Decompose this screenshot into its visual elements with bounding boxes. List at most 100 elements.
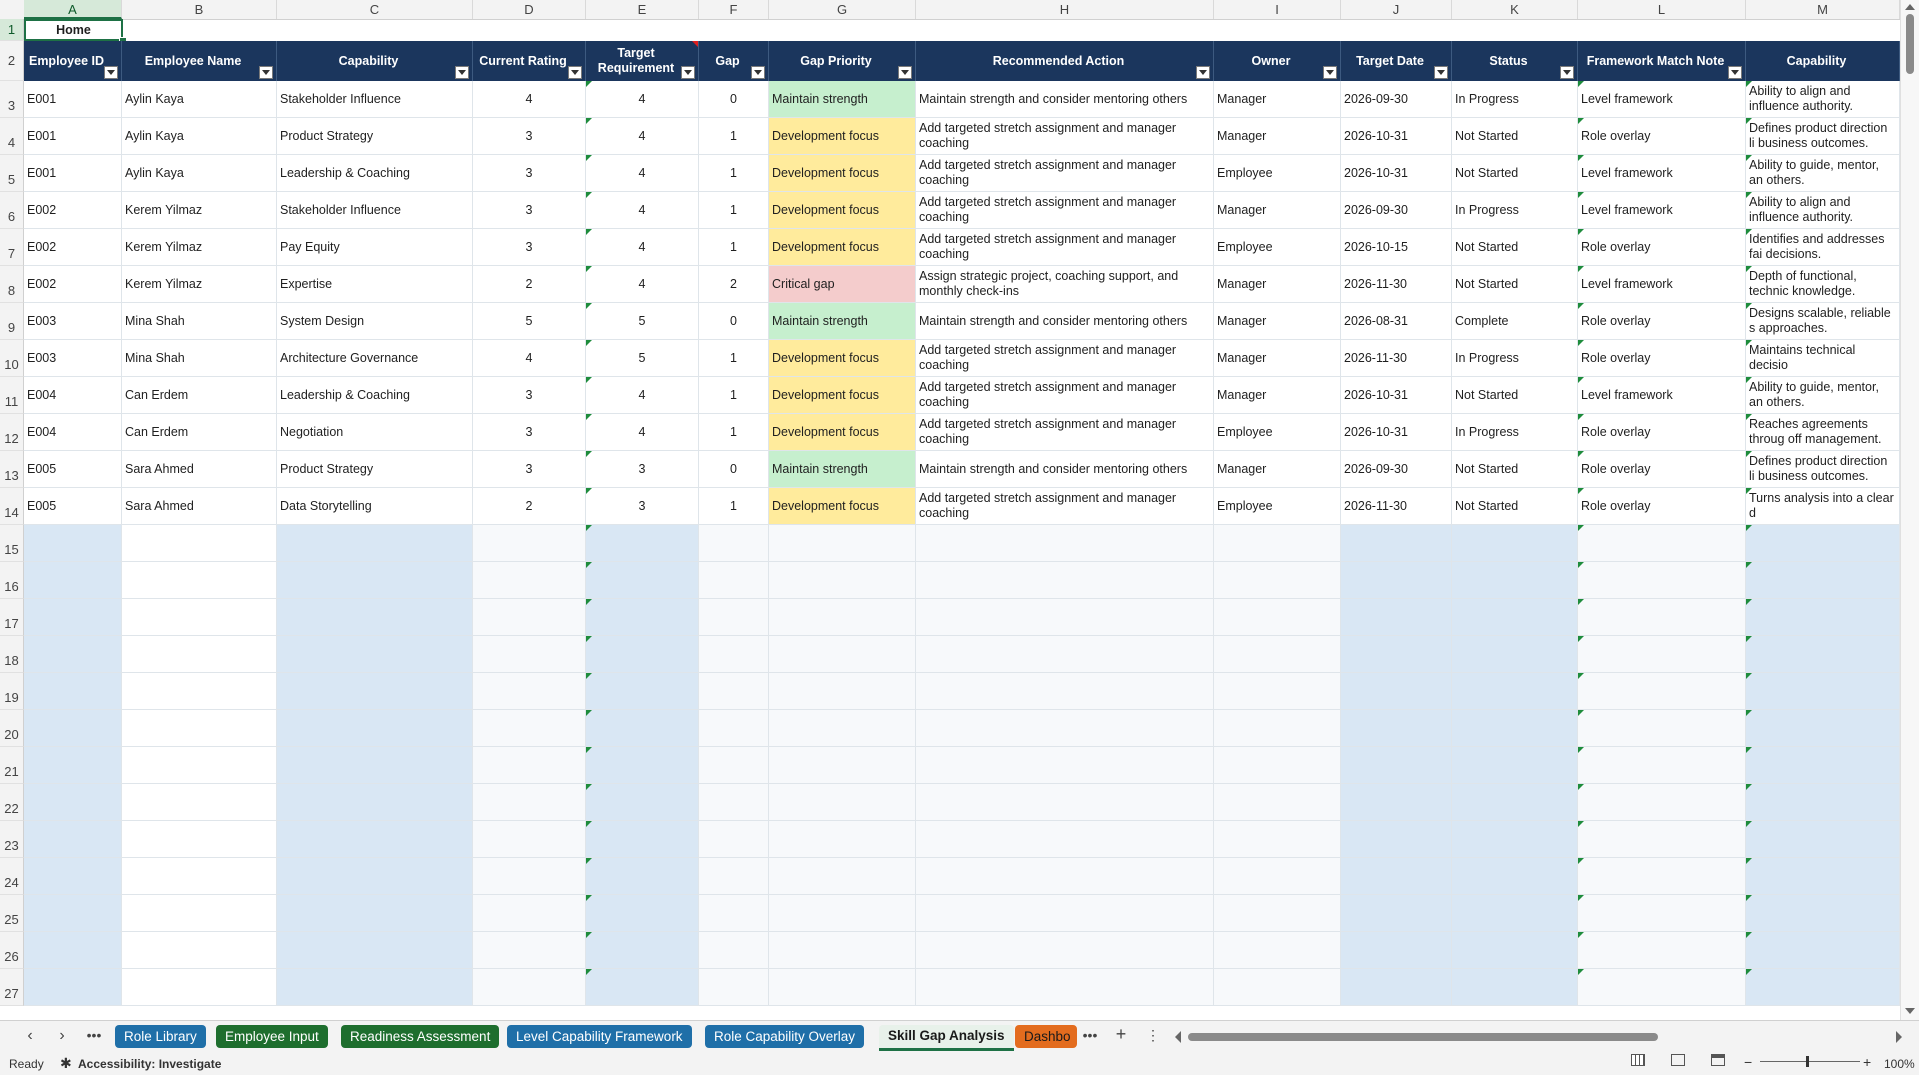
horizontal-scrollbar[interactable] (1175, 1031, 1902, 1043)
empty-cell[interactable] (699, 858, 769, 895)
empty-cell[interactable] (1452, 636, 1578, 673)
empty-cell[interactable] (122, 969, 277, 1006)
table-cell[interactable]: 3 (473, 229, 586, 266)
empty-cell[interactable] (699, 932, 769, 969)
table-cell[interactable]: 0 (699, 303, 769, 340)
column-header-d[interactable]: D (473, 0, 586, 19)
table-cell[interactable]: Development focus (769, 155, 916, 192)
header-cell[interactable]: Employee Name (122, 41, 277, 81)
empty-cell[interactable] (24, 747, 122, 784)
sheet-tab[interactable]: Role Capability Overlay (705, 1025, 865, 1048)
table-cell[interactable]: Development focus (769, 340, 916, 377)
horizontal-scroll-thumb[interactable] (1188, 1033, 1658, 1041)
empty-cell[interactable] (1746, 932, 1900, 969)
table-cell[interactable]: Not Started (1452, 229, 1578, 266)
filter-dropdown-icon[interactable] (1323, 66, 1337, 79)
empty-cell[interactable] (769, 858, 916, 895)
table-cell[interactable]: 3 (473, 414, 586, 451)
table-cell[interactable]: 2026-10-31 (1341, 414, 1452, 451)
sheet-tab[interactable]: Level Capability Framework (507, 1025, 692, 1048)
empty-cell[interactable] (699, 969, 769, 1006)
table-cell[interactable]: 2 (699, 266, 769, 303)
empty-cell[interactable] (1341, 525, 1452, 562)
filter-dropdown-icon[interactable] (898, 66, 912, 79)
empty-cell[interactable] (1214, 710, 1341, 747)
sheet-tab[interactable]: Skill Gap Analysis (879, 1025, 1014, 1051)
empty-cell[interactable] (1578, 599, 1746, 636)
row-header-14[interactable]: 14 (0, 488, 24, 525)
table-cell[interactable]: 5 (473, 303, 586, 340)
table-cell[interactable]: 2026-08-31 (1341, 303, 1452, 340)
column-header-c[interactable]: C (277, 0, 473, 19)
empty-cell[interactable] (769, 932, 916, 969)
row-header-22[interactable]: 22 (0, 784, 24, 821)
table-cell[interactable]: Negotiation (277, 414, 473, 451)
header-cell[interactable]: Employee ID (24, 41, 122, 81)
table-cell[interactable]: Role overlay (1578, 229, 1746, 266)
row-header-26[interactable]: 26 (0, 932, 24, 969)
more-sheets-icon[interactable]: ••• (84, 1027, 104, 1043)
table-cell[interactable]: 1 (699, 488, 769, 525)
sheet-tab[interactable]: Role Library (115, 1025, 206, 1048)
table-cell[interactable]: Level framework (1578, 192, 1746, 229)
table-cell[interactable]: Manager (1214, 340, 1341, 377)
select-all-corner[interactable] (0, 0, 25, 19)
table-cell[interactable]: Manager (1214, 377, 1341, 414)
empty-cell[interactable] (586, 747, 699, 784)
empty-cell[interactable] (586, 636, 699, 673)
row-header-10[interactable]: 10 (0, 340, 24, 377)
row-header-21[interactable]: 21 (0, 747, 24, 784)
empty-cell[interactable] (1341, 821, 1452, 858)
empty-cell[interactable] (1341, 599, 1452, 636)
table-cell[interactable]: Data Storytelling (277, 488, 473, 525)
empty-cell[interactable] (122, 895, 277, 932)
empty-cell[interactable] (1214, 784, 1341, 821)
empty-cell[interactable] (1746, 969, 1900, 1006)
empty-cell[interactable] (1214, 599, 1341, 636)
empty-cell[interactable] (277, 858, 473, 895)
table-cell[interactable]: 2026-11-30 (1341, 340, 1452, 377)
empty-cell[interactable] (916, 969, 1214, 1006)
column-header-m[interactable]: M (1746, 0, 1900, 19)
table-cell[interactable]: System Design (277, 303, 473, 340)
sheet-tab[interactable]: Employee Input (216, 1025, 328, 1048)
normal-view-icon[interactable] (1631, 1054, 1645, 1066)
table-cell[interactable]: 2026-10-31 (1341, 155, 1452, 192)
table-cell[interactable]: 2026-11-30 (1341, 488, 1452, 525)
table-cell[interactable]: E002 (24, 229, 122, 266)
table-cell[interactable]: Pay Equity (277, 229, 473, 266)
empty-cell[interactable] (586, 562, 699, 599)
row-header-19[interactable]: 19 (0, 673, 24, 710)
empty-cell[interactable] (24, 821, 122, 858)
table-cell[interactable]: E004 (24, 377, 122, 414)
row-header-3[interactable]: 3 (0, 81, 24, 118)
empty-cell[interactable] (24, 858, 122, 895)
scroll-left-icon[interactable] (1175, 1031, 1181, 1043)
table-cell[interactable]: In Progress (1452, 340, 1578, 377)
empty-cell[interactable] (1214, 932, 1341, 969)
empty-cell[interactable] (586, 821, 699, 858)
empty-cell[interactable] (916, 710, 1214, 747)
add-sheet-icon[interactable]: + (1111, 1024, 1131, 1045)
table-cell[interactable]: Employee (1214, 229, 1341, 266)
table-cell[interactable]: E005 (24, 488, 122, 525)
table-cell[interactable]: 2026-10-31 (1341, 118, 1452, 155)
table-cell[interactable]: 0 (699, 81, 769, 118)
table-cell[interactable]: Ability to align and influence authority… (1746, 192, 1900, 229)
table-cell[interactable]: 2026-09-30 (1341, 81, 1452, 118)
vertical-scroll-thumb[interactable] (1906, 14, 1914, 74)
table-cell[interactable]: 3 (473, 155, 586, 192)
empty-cell[interactable] (1214, 747, 1341, 784)
table-cell[interactable]: Not Started (1452, 155, 1578, 192)
empty-cell[interactable] (1452, 858, 1578, 895)
table-cell[interactable]: Mina Shah (122, 340, 277, 377)
empty-cell[interactable] (473, 525, 586, 562)
table-cell[interactable]: Defines product direction li business ou… (1746, 118, 1900, 155)
empty-cell[interactable] (1452, 562, 1578, 599)
table-cell[interactable]: 5 (586, 340, 699, 377)
table-cell[interactable]: Not Started (1452, 266, 1578, 303)
empty-cell[interactable] (769, 821, 916, 858)
row-header-7[interactable]: 7 (0, 229, 24, 266)
table-cell[interactable]: Add targeted stretch assignment and mana… (916, 155, 1214, 192)
empty-cell[interactable] (122, 710, 277, 747)
